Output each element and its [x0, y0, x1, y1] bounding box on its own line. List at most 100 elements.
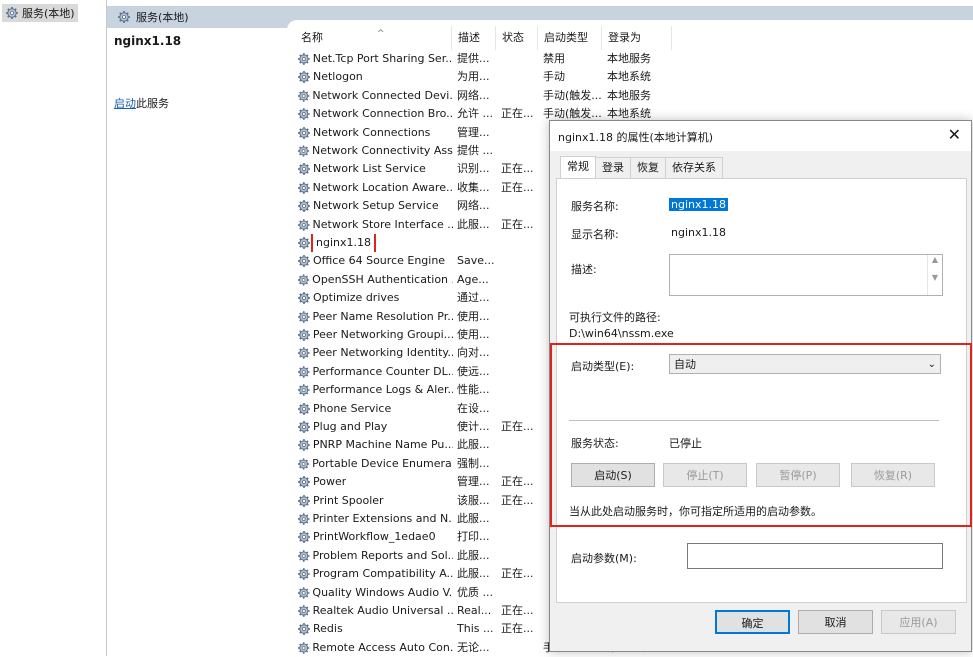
service-name-cell: Remote Access Auto Con... [297, 639, 453, 657]
service-state [501, 308, 539, 326]
service-desc: 在设... [457, 401, 490, 415]
service-name-cell: Peer Name Resolution Pr... [297, 308, 453, 326]
service-name-cell: Printer Extensions and N... [297, 510, 453, 528]
gear-icon [297, 162, 311, 177]
service-desc: Real... [457, 604, 492, 617]
description-label: 描述: [571, 263, 597, 276]
close-icon[interactable]: ✕ [948, 125, 961, 144]
start-params-input[interactable] [687, 543, 943, 569]
service-name-cell: Peer Networking Groupi... [297, 326, 453, 344]
service-state: 正在... [501, 567, 534, 581]
service-desc: 强制... [457, 456, 490, 470]
column-header-desc[interactable]: 描述 [452, 26, 496, 50]
gear-icon [297, 420, 311, 434]
service-name: Portable Device Enumera... [312, 456, 453, 470]
tab-dependencies[interactable]: 依存关系 [665, 157, 723, 178]
start-type-value: 自动 [674, 358, 696, 371]
cancel-button[interactable]: 取消 [798, 610, 873, 634]
service-name: Peer Name Resolution Pr... [312, 309, 453, 323]
ok-button[interactable]: 确定 [715, 610, 790, 634]
service-state [501, 510, 539, 528]
service-state [501, 252, 539, 270]
service-desc [457, 234, 495, 252]
service-name-cell: Plug and Play [297, 418, 453, 436]
dialog-tabs: 常规 登录 恢复 依存关系 [560, 156, 723, 179]
service-name-cell: Network Setup Service [297, 197, 453, 215]
apply-button[interactable]: 应用(A) [881, 610, 956, 634]
tab-recovery[interactable]: 恢复 [630, 157, 666, 178]
general-tab-panel: 服务名称: nginx1.18 显示名称: nginx1.18 描述: ▲ ▼ 可… [550, 178, 972, 603]
gear-icon [297, 493, 311, 508]
start-button[interactable]: 启动(S) [571, 463, 655, 487]
service-desc: 网络... [457, 88, 490, 102]
service-name: Quality Windows Audio V... [312, 585, 453, 599]
service-state [501, 436, 539, 454]
column-header-state[interactable]: 状态 [496, 26, 538, 50]
service-name: Program Compatibility A... [312, 567, 453, 581]
service-name-cell: Optimize drives [297, 289, 453, 307]
service-desc: 优质 ... [457, 585, 493, 599]
gear-icon [297, 236, 311, 250]
service-name-cell: nginx1.18 [297, 234, 453, 252]
service-name-cell: Network Connection Bro... [297, 105, 453, 123]
service-name: Net.Tcp Port Sharing Ser... [312, 52, 453, 65]
console-tree: 服务(本地) [0, 0, 107, 656]
service-name: Print Spooler [313, 493, 384, 507]
description-field[interactable]: ▲ ▼ [669, 254, 943, 296]
service-state: 正在... [501, 622, 534, 636]
gear-icon [297, 310, 311, 324]
service-row[interactable]: Net.Tcp Port Sharing Ser... 提供... 禁用 本地服务 [287, 50, 973, 68]
service-desc: 此服... [457, 512, 490, 525]
gear-icon [297, 144, 310, 158]
resume-button[interactable]: 恢复(R) [851, 463, 935, 487]
start-type-select[interactable]: 自动 ⌄ [669, 354, 941, 374]
gear-icon [297, 401, 311, 416]
column-header-name[interactable]: 名称 ^ [295, 26, 452, 50]
display-name-value: nginx1.18 [671, 226, 726, 239]
column-header-logon[interactable]: 登录为 [602, 26, 672, 50]
display-name-label: 显示名称: [571, 228, 619, 241]
service-state [501, 363, 539, 381]
column-header-start-type[interactable]: 启动类型 [538, 26, 602, 50]
service-row[interactable]: Network Connected Devi... 网络... 手动(触发... 本地… [287, 87, 973, 105]
service-desc: 性能... [457, 383, 490, 397]
service-name: PNRP Machine Name Pu... [312, 438, 453, 452]
pause-button[interactable]: 暂停(P) [756, 463, 840, 487]
service-name-cell: Performance Logs & Aler... [297, 381, 453, 399]
tab-general[interactable]: 常规 [560, 156, 596, 179]
service-state: 正在... [501, 420, 534, 433]
service-state: 正在... [501, 475, 534, 489]
service-state [501, 124, 539, 142]
service-desc: 向对... [457, 346, 490, 360]
service-state [501, 584, 539, 602]
service-state [501, 50, 539, 68]
service-state [501, 639, 539, 657]
gear-icon [297, 365, 311, 379]
service-row[interactable]: Netlogon 为用... 手动 本地系统 [287, 68, 973, 86]
stop-button[interactable]: 停止(T) [663, 463, 747, 487]
service-name-value[interactable]: nginx1.18 [669, 198, 728, 211]
service-state [501, 528, 539, 546]
service-name-cell: Network Connectivity Ass... [297, 142, 453, 160]
tab-logon[interactable]: 登录 [595, 157, 631, 178]
tree-item-local-services[interactable]: 服务(本地) [2, 4, 78, 22]
service-name-cell: PrintWorkflow_1edae0 [297, 528, 453, 546]
start-params-label: 启动参数(M): [571, 552, 637, 565]
description-scrollbar[interactable]: ▲ ▼ [927, 255, 942, 295]
service-name: Network Connection Bro... [312, 107, 453, 121]
service-desc: 此服... [457, 438, 490, 452]
start-service-link[interactable]: 启动 [114, 97, 136, 110]
service-desc: 收集... [457, 180, 490, 194]
service-name: Realtek Audio Universal ... [312, 604, 453, 617]
service-name: Network Location Aware... [312, 180, 453, 194]
service-name: Netlogon [313, 70, 363, 84]
service-state [501, 381, 539, 399]
gear-icon [297, 549, 311, 563]
service-state [501, 547, 539, 565]
executable-path-label: 可执行文件的路径: [569, 311, 661, 324]
gear-icon [297, 107, 311, 121]
service-desc: 此服... [457, 548, 490, 562]
service-desc: 使远... [457, 364, 490, 378]
service-name: Office 64 Source Engine [313, 254, 446, 268]
column-headers: 名称 ^ 描述 状态 启动类型 登录为 [287, 26, 973, 50]
